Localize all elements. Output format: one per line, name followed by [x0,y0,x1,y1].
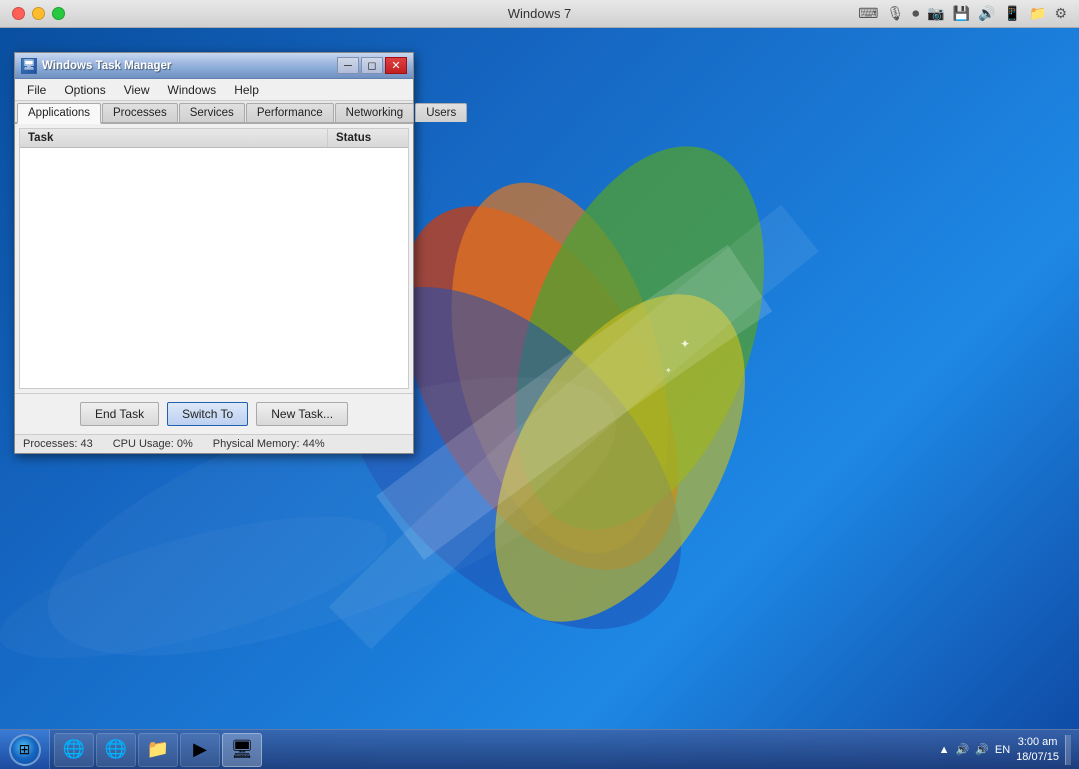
task-manager-title: Windows Task Manager [42,60,171,72]
phone-icon: 📱 [1004,5,1021,22]
status-memory: Physical Memory: 44% [213,438,325,450]
col-task-header: Task [20,129,328,147]
mac-topbar: Windows 7 ⌨ 🎙 ⏺ 📷 💾 🔊 📱 📁 ⚙ [0,0,1079,28]
taskbar-ie-icon[interactable]: 🌐 [54,733,94,767]
mic-icon: 🎙 [886,5,904,22]
tm-window-controls: ─ ◻ ✕ [337,57,407,74]
mac-window-title: Windows 7 [508,6,572,21]
svg-text:✦: ✦ [680,337,690,351]
menu-view[interactable]: View [116,81,158,99]
tab-applications[interactable]: Applications [17,103,101,124]
mac-traffic-lights [12,7,65,20]
menu-options[interactable]: Options [56,81,113,99]
mac-toolbar-icons: ⌨ 🎙 ⏺ 📷 💾 🔊 📱 📁 ⚙ [858,5,1067,22]
mac-close-button[interactable] [12,7,25,20]
tab-performance[interactable]: Performance [246,103,334,122]
tab-users[interactable]: Users [415,103,467,122]
taskbar-items: 🌐 🌐 📁 ▶ 🖥 [50,733,931,767]
camera-icon: 📷 [927,5,944,22]
mac-maximize-button[interactable] [52,7,65,20]
task-manager-menubar: File Options View Windows Help [15,79,413,101]
table-header: Task Status [20,129,408,148]
settings-icon: ⚙ [1054,5,1067,22]
taskbar-time: 3:00 am [1016,735,1059,749]
end-task-button[interactable]: End Task [80,402,159,426]
show-desktop-button[interactable] [1065,735,1071,765]
win7-taskbar: ⊞ 🌐 🌐 📁 ▶ 🖥 ▲ 🔊 🔊 EN 3:00 am 18/07/15 [0,729,1079,769]
keyboard-icon: ⌨ [858,5,878,22]
tray-expand-icon[interactable]: ▲ [939,744,950,756]
task-manager-tabs: Applications Processes Services Performa… [15,101,413,124]
task-manager-titlebar: 🖥 Windows Task Manager ─ ◻ ✕ [15,53,413,79]
record-icon: ⏺ [912,5,919,22]
taskbar-lang: EN [995,744,1010,756]
tm-title-left: 🖥 Windows Task Manager [21,58,171,74]
new-task-button[interactable]: New Task... [256,402,348,426]
taskbar-media-icon[interactable]: ▶ [180,733,220,767]
task-manager-window: 🖥 Windows Task Manager ─ ◻ ✕ File Option… [14,52,414,454]
start-button[interactable]: ⊞ [0,730,50,769]
floppy-icon: 💾 [953,5,970,22]
tray-volume-icon: 🔊 [975,743,989,756]
switch-to-button[interactable]: Switch To [167,402,248,426]
status-cpu: CPU Usage: 0% [113,438,193,450]
menu-help[interactable]: Help [226,81,267,99]
task-manager-icon: 🖥 [21,58,37,74]
svg-text:✦: ✦ [665,366,672,375]
col-status-header: Status [328,129,408,147]
status-processes: Processes: 43 [23,438,93,450]
taskbar-date: 18/07/15 [1016,750,1059,764]
taskbar-system-tray: ▲ 🔊 🔊 EN 3:00 am 18/07/15 [931,735,1079,765]
taskbar-ie2-icon[interactable]: 🌐 [96,733,136,767]
tm-restore-button[interactable]: ◻ [361,57,383,74]
tab-services[interactable]: Services [179,103,245,122]
taskbar-folder-icon[interactable]: 📁 [138,733,178,767]
tray-network-icon: 🔊 [955,743,969,756]
tab-networking[interactable]: Networking [335,103,415,122]
desktop: ✦ ✦ 🖥 Windows Task Manager ─ ◻ ✕ File Op… [0,28,1079,769]
applications-list[interactable] [20,148,408,388]
task-manager-buttons: End Task Switch To New Task... [15,393,413,434]
tab-processes[interactable]: Processes [102,103,178,122]
taskbar-clock: 3:00 am 18/07/15 [1016,735,1059,764]
speaker-icon: 🔊 [978,5,995,22]
menu-file[interactable]: File [19,81,54,99]
task-manager-statusbar: Processes: 43 CPU Usage: 0% Physical Mem… [15,434,413,453]
applications-content: Task Status [19,128,409,389]
menu-windows[interactable]: Windows [160,81,225,99]
taskbar-taskmgr-icon[interactable]: 🖥 [222,733,262,767]
folder-icon: 📁 [1029,5,1046,22]
start-orb[interactable]: ⊞ [9,734,41,766]
tm-minimize-button[interactable]: ─ [337,57,359,74]
tm-close-button[interactable]: ✕ [385,57,407,74]
mac-minimize-button[interactable] [32,7,45,20]
